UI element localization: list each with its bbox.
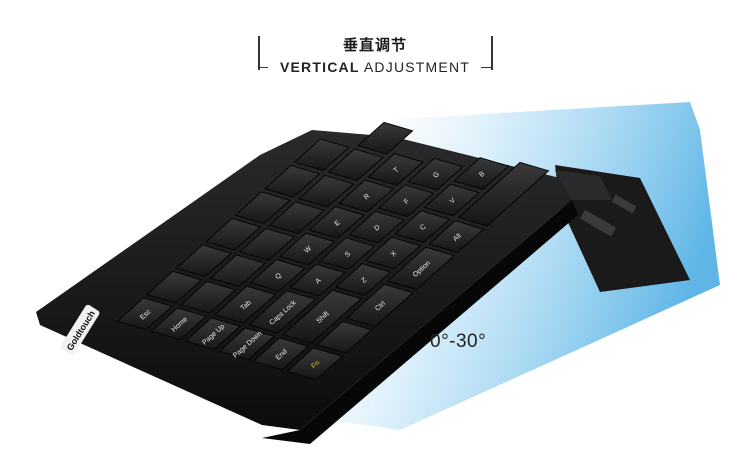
product-image: 垂直调节 VERTICAL ADJUSTMENT Esc Home Page U… [0, 0, 750, 453]
keyboard-illustration: EscHome Page UpTabQWERTPage DownCaps Lock… [36, 102, 720, 444]
angle-label: 0°-30° [430, 331, 487, 352]
